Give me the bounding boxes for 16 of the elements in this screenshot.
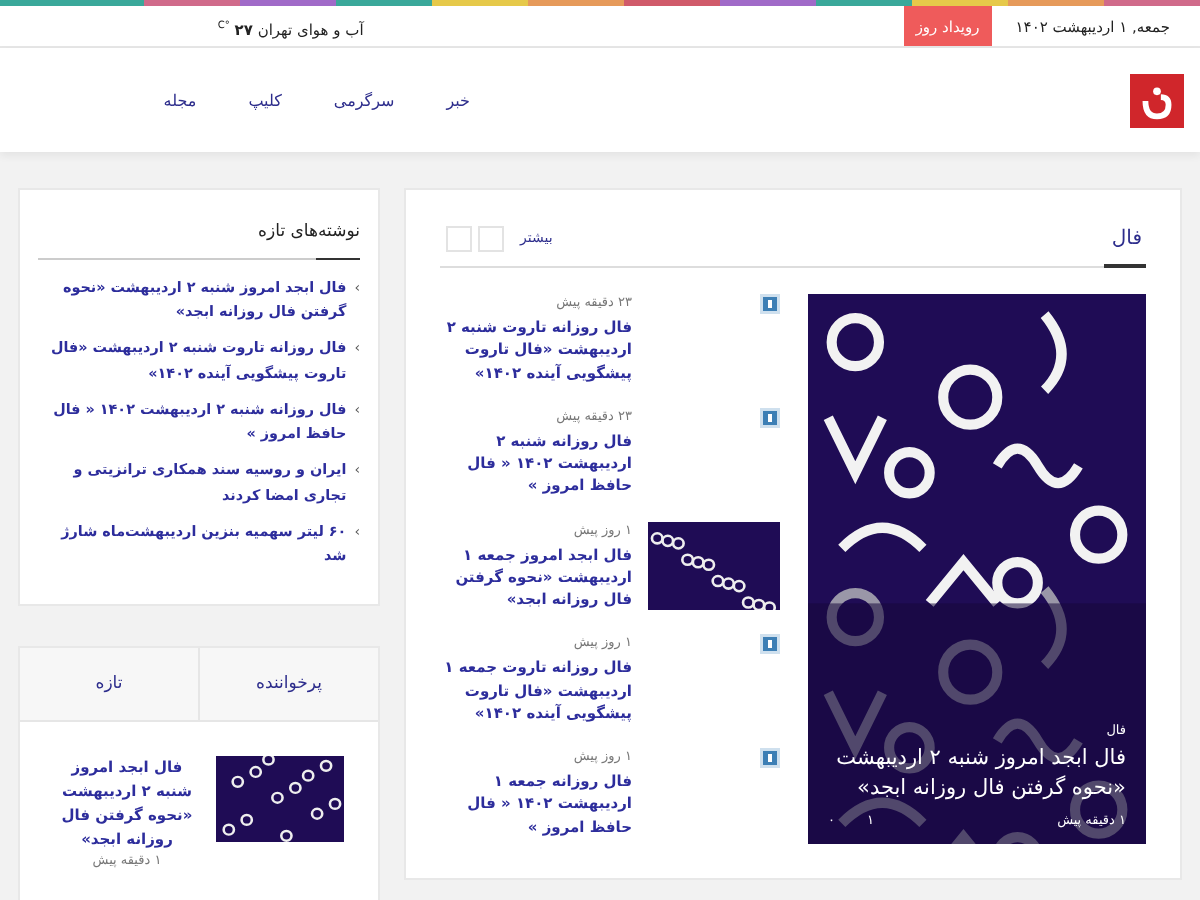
tab[interactable]: تازه <box>20 648 198 721</box>
broken-image-icon <box>760 407 780 428</box>
panel-title: نوشته‌های تازه <box>256 220 360 246</box>
next-button[interactable] <box>446 225 472 251</box>
broken-image-icon <box>760 634 780 655</box>
broken-image-icon <box>760 294 780 314</box>
prev-button[interactable] <box>478 225 504 251</box>
feature-title[interactable]: فال ابجد امروز شنبه ۲ اردیبهشت «نحوه گرفتن فال روزانه ابجد» <box>828 743 1126 804</box>
broken-image-icon <box>760 748 780 768</box>
logo-icon[interactable] <box>1130 73 1184 127</box>
nav-link[interactable]: سرگرمی <box>333 91 395 109</box>
section-title: فال <box>1103 211 1146 267</box>
nav-link[interactable]: مجله <box>163 91 197 109</box>
nav-link[interactable]: کلیپ <box>248 91 282 109</box>
tab[interactable]: پرخواننده <box>198 648 378 721</box>
nav-link[interactable]: خبر <box>446 91 470 109</box>
